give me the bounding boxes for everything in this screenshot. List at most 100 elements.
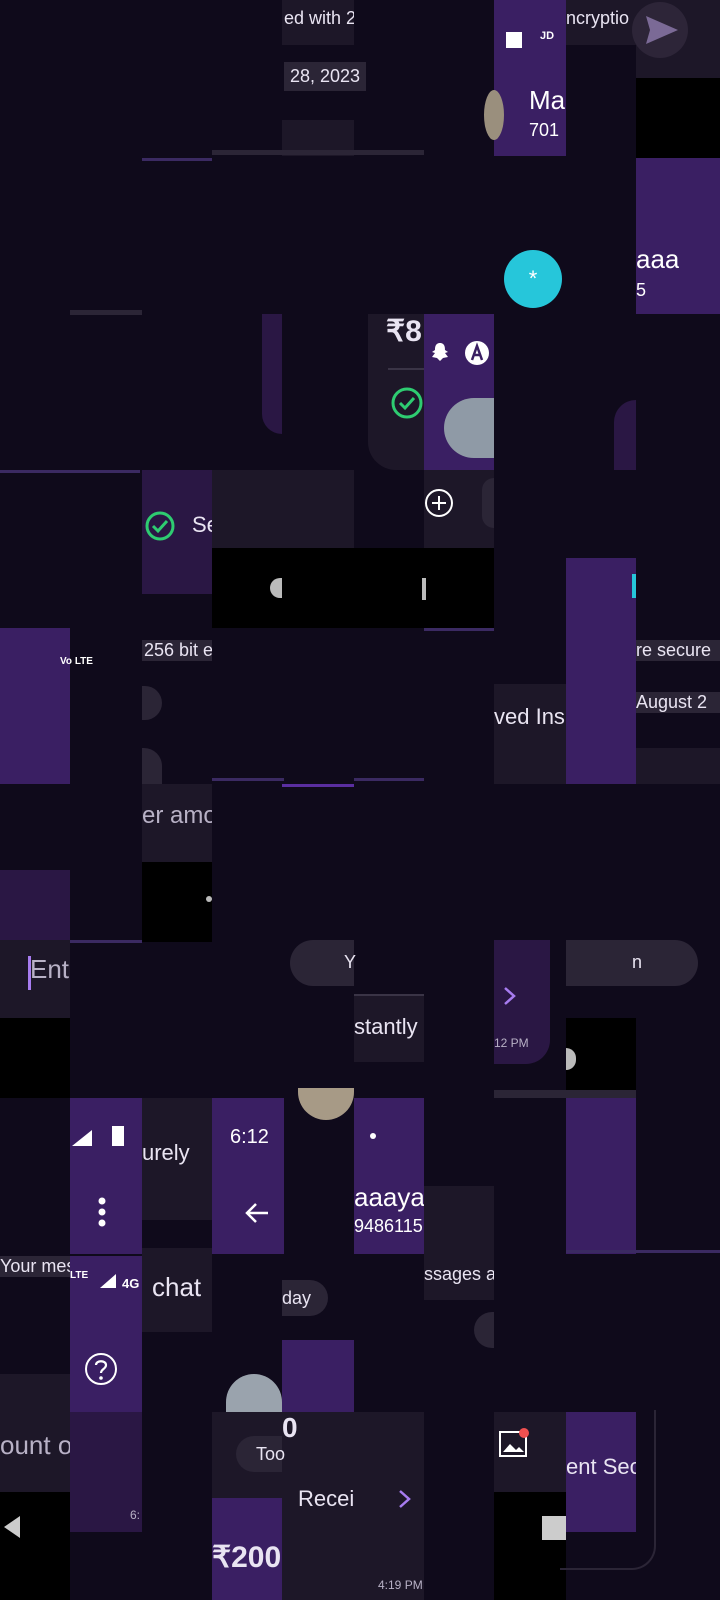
contact-name: aaa <box>636 244 680 274</box>
black-tile <box>636 78 720 158</box>
divider <box>424 628 494 631</box>
payment-amount: 0 <box>282 1412 298 1443</box>
black-tile <box>142 862 212 942</box>
gallery-icon[interactable] <box>498 1428 530 1460</box>
info-pill-text: Y <box>344 952 357 972</box>
bubble-edge <box>142 686 162 720</box>
encryption-banner-text: re secure <box>636 640 720 661</box>
divider <box>282 784 354 787</box>
date-chip: 28, 2023 <box>284 62 367 91</box>
check-circle-icon <box>144 510 176 542</box>
header-tile <box>636 158 720 314</box>
check-circle-icon <box>390 386 424 420</box>
volte-label: Vo LTE <box>60 656 93 667</box>
bubble-edge <box>614 400 636 470</box>
header-tile <box>566 628 636 784</box>
payment-amount: ₹200 <box>212 1541 282 1574</box>
contact-name: aaaya <box>354 1182 424 1212</box>
contact-number: 9486115 <box>354 1216 423 1236</box>
status-tile <box>70 1098 142 1254</box>
encryption-banner-text: ed with 2 <box>284 8 354 28</box>
instantly-label: stantly <box>354 1014 418 1039</box>
nav-bar <box>0 1492 70 1600</box>
date-chip: August 2 <box>636 692 720 713</box>
chevron-right-icon <box>500 984 520 1008</box>
divider <box>212 778 284 781</box>
avatar[interactable] <box>484 90 504 140</box>
received-card[interactable] <box>494 684 566 784</box>
encryption-banner-text: 256 bit e <box>142 640 212 661</box>
card-tile <box>636 748 720 784</box>
message-placeholder: Ente <box>30 954 70 984</box>
black-tile <box>212 548 424 628</box>
amount-placeholder: er amo <box>142 802 212 829</box>
contact-number: 5 <box>636 280 647 300</box>
accent-edge <box>632 574 636 598</box>
battery-icon <box>112 1126 124 1146</box>
divider <box>212 150 424 155</box>
chat-label: chat <box>152 1272 202 1302</box>
notification-square-icon <box>506 32 522 48</box>
black-tile <box>424 548 494 628</box>
sent-label: ent Sec <box>566 1454 636 1479</box>
bubble-edge <box>262 314 282 434</box>
chat-header <box>212 1098 284 1254</box>
back-nav-button[interactable] <box>0 1512 22 1542</box>
header-tile <box>282 1340 354 1412</box>
card-divider <box>388 368 424 370</box>
payment-time: 12 PM <box>494 1036 529 1050</box>
payment-time: 4:19 PM <box>378 1578 423 1592</box>
divider <box>142 158 212 161</box>
encryption-banner-text: ncryptio <box>566 8 630 28</box>
jd-status-label: JD <box>540 30 555 42</box>
more-options-button[interactable] <box>96 1196 108 1228</box>
send-button[interactable] <box>632 2 688 58</box>
divider <box>70 310 142 315</box>
input-edge <box>482 478 494 528</box>
divider <box>0 470 140 473</box>
payment-amount: ₹8 <box>386 315 422 348</box>
dot <box>206 896 212 902</box>
bubble-edge <box>474 1312 494 1348</box>
divider <box>494 1090 636 1098</box>
network-label: 4G <box>122 1276 140 1291</box>
fab-label: * <box>528 266 538 291</box>
info-pill-text: n <box>632 952 643 972</box>
contact-number: 701 <box>529 120 560 140</box>
snapchat-icon <box>428 340 452 364</box>
divider <box>566 1250 720 1253</box>
signal-icon <box>70 1128 94 1148</box>
date-chip-text: Too <box>256 1444 286 1464</box>
card-tile <box>0 870 70 940</box>
secure-fab[interactable]: * <box>504 250 562 308</box>
divider <box>354 778 424 781</box>
avatar[interactable] <box>298 1088 354 1120</box>
received-label: ved Ins <box>494 704 565 729</box>
add-attachment-button[interactable] <box>424 488 454 518</box>
banner-text: urely <box>142 1140 190 1165</box>
status-tile <box>0 628 70 784</box>
avatar[interactable] <box>226 1374 282 1412</box>
header-tile <box>566 558 636 628</box>
assistant-icon <box>464 340 490 366</box>
help-button[interactable] <box>84 1352 118 1386</box>
scroll-indicator <box>422 578 426 600</box>
status-dot <box>370 1133 376 1139</box>
chevron-right-icon <box>396 1488 414 1510</box>
black-tile <box>0 1018 70 1098</box>
signal-icon <box>98 1272 118 1290</box>
status-time: 6:12 <box>230 1126 269 1148</box>
nav-bar <box>494 1492 566 1600</box>
encryption-banner-text: ssages ar <box>424 1264 494 1284</box>
card-divider <box>354 994 424 996</box>
divider <box>70 940 142 943</box>
encryption-banner-text: Your mes <box>0 1256 70 1277</box>
header-tile <box>566 1098 636 1254</box>
bubble-edge <box>142 748 162 784</box>
lte-label: LTE <box>70 1270 89 1281</box>
back-button[interactable] <box>242 1198 272 1228</box>
received-label: Recei <box>298 1486 355 1511</box>
black-tile <box>566 1018 636 1098</box>
status-time-small: 6: <box>130 1508 141 1522</box>
amount-placeholder: ount or <box>0 1430 70 1460</box>
